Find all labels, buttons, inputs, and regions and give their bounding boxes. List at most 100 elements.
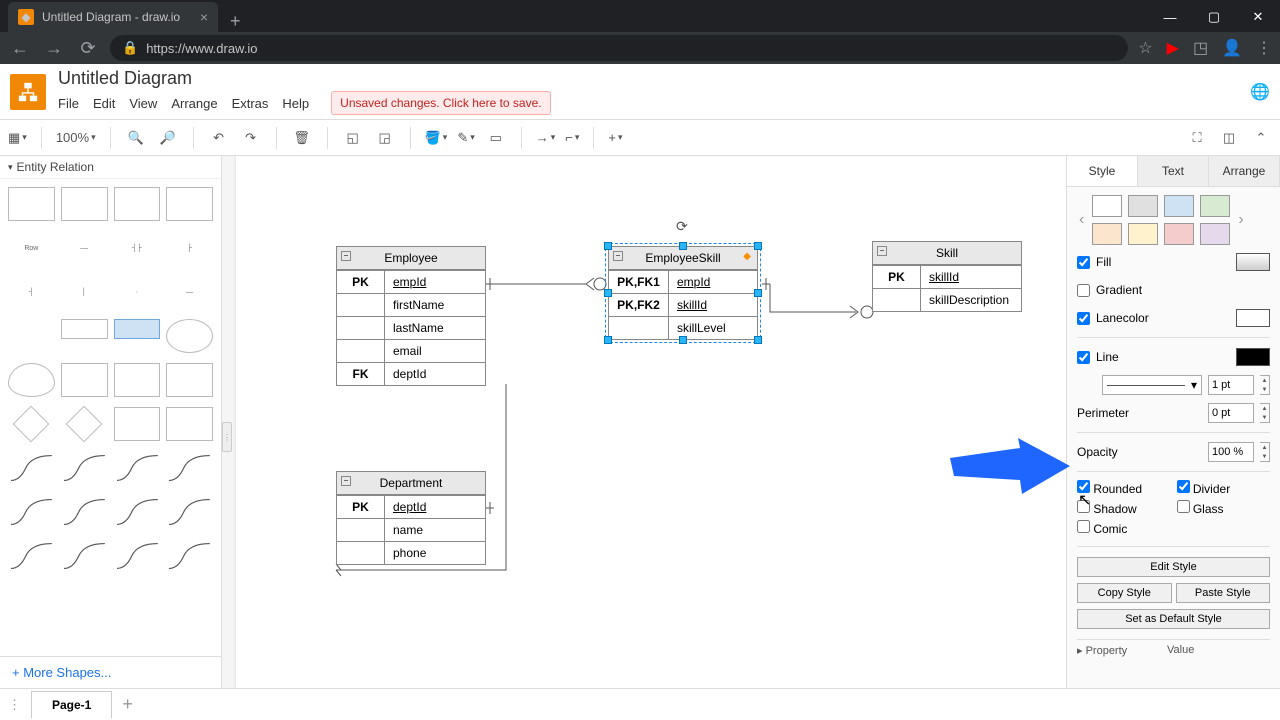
language-icon[interactable]: 🌐 [1250, 82, 1270, 102]
close-window-button[interactable]: ✕ [1236, 2, 1280, 32]
shape-row7[interactable]: · [114, 275, 161, 309]
line-style-dropdown[interactable]: ▾ [1102, 375, 1202, 395]
default-style-button[interactable]: Set as Default Style [1077, 609, 1270, 629]
gradient-checkbox[interactable] [1077, 284, 1090, 297]
undo-button[interactable]: ↶ [208, 127, 230, 149]
youtube-icon[interactable]: ▶ [1167, 38, 1179, 58]
shape-entity1[interactable] [61, 363, 108, 397]
shadow-checkbox[interactable] [1077, 500, 1090, 513]
delete-button[interactable]: 🗑 [291, 127, 313, 149]
line-weight-spinner[interactable]: ▲▼ [1260, 375, 1270, 395]
to-front-button[interactable]: ◱ [342, 127, 364, 149]
shape-relation1[interactable] [13, 406, 50, 443]
entity-department[interactable]: −Department PKdeptId name phone [336, 471, 486, 565]
prev-swatch-icon[interactable]: ‹ [1077, 211, 1086, 229]
sidebar-splitter[interactable]: ⋮ [222, 422, 232, 452]
entity-skill[interactable]: −Skill PKskillId skillDescription [872, 241, 1022, 312]
shape-conn7[interactable] [114, 495, 161, 529]
reload-button[interactable]: ⟳ [76, 38, 100, 59]
canvas[interactable]: ⋮ ⟳ −Employee PKempId firstName lastName… [222, 156, 1066, 688]
shadow-button[interactable]: ▭ [485, 127, 507, 149]
perimeter-spinner[interactable]: ▲▼ [1260, 403, 1270, 423]
lanecolor-checkbox[interactable] [1077, 312, 1090, 325]
shape-row8[interactable]: — [166, 275, 213, 309]
shape-entity3[interactable] [166, 363, 213, 397]
fill-checkbox[interactable] [1077, 256, 1090, 269]
menu-view[interactable]: View [129, 96, 157, 111]
next-swatch-icon[interactable]: › [1236, 211, 1245, 229]
swatch-blue[interactable] [1164, 195, 1194, 217]
extension-icon[interactable]: ◳ [1193, 38, 1208, 58]
shape-weak[interactable] [114, 407, 161, 441]
shape-relation2[interactable] [66, 406, 103, 443]
shape-row[interactable]: Row [8, 231, 55, 265]
collapse-button[interactable]: ⌃ [1250, 127, 1272, 149]
address-bar[interactable]: 🔒 https://www.draw.io [110, 35, 1128, 61]
rounded-checkbox[interactable] [1077, 480, 1090, 493]
shape-row4[interactable]: ├ [166, 231, 213, 265]
shape-conn3[interactable] [114, 451, 161, 485]
zoom-dropdown[interactable]: 100%▾ [56, 130, 96, 145]
more-shapes-button[interactable]: + More Shapes... [0, 656, 221, 688]
swatch-orange[interactable] [1092, 223, 1122, 245]
tab-text[interactable]: Text [1138, 156, 1209, 186]
shape-title-blue[interactable] [114, 319, 161, 339]
insert-button[interactable]: +▾ [608, 130, 622, 145]
line-color-button[interactable]: ✎▾ [457, 130, 474, 146]
star-icon[interactable]: ☆ [1138, 38, 1152, 58]
shape-table1[interactable] [8, 187, 55, 221]
shape-conn5[interactable] [8, 495, 55, 529]
swatch-green[interactable] [1200, 195, 1230, 217]
connection-button[interactable]: →▾ [536, 130, 556, 145]
menu-file[interactable]: File [58, 96, 79, 111]
edit-style-button[interactable]: Edit Style [1077, 557, 1270, 577]
fullscreen-button[interactable]: ⛶ [1186, 127, 1208, 149]
shape-conn12[interactable] [166, 539, 213, 573]
forward-button[interactable]: → [42, 38, 66, 59]
fill-color-button[interactable]: 🪣▾ [425, 130, 448, 146]
browser-tab[interactable]: ◆ Untitled Diagram - draw.io × [8, 2, 218, 32]
shape-row3[interactable]: ┤├ [114, 231, 161, 265]
swatch-purple[interactable] [1200, 223, 1230, 245]
shape-table3[interactable] [114, 187, 161, 221]
shape-row6[interactable]: │ [61, 275, 108, 309]
page-tab[interactable]: Page-1 [31, 691, 112, 718]
tab-style[interactable]: Style [1067, 156, 1138, 186]
swatch-grey[interactable] [1128, 195, 1158, 217]
shape-attribute[interactable] [166, 319, 213, 353]
tab-arrange[interactable]: Arrange [1209, 156, 1280, 186]
shape-row2[interactable]: –– [61, 231, 108, 265]
opacity-spinner[interactable]: ▲▼ [1260, 442, 1270, 462]
perimeter-input[interactable]: 0 pt [1208, 403, 1254, 423]
document-title[interactable]: Untitled Diagram [58, 68, 551, 89]
zoom-in-button[interactable]: 🔍 [125, 127, 147, 149]
line-color[interactable] [1236, 348, 1270, 366]
zoom-out-button[interactable]: 🔎 [157, 127, 179, 149]
shape-cloud[interactable] [8, 363, 55, 397]
view-mode-dropdown[interactable]: ▦▾ [8, 130, 27, 146]
swatch-yellow[interactable] [1128, 223, 1158, 245]
shape-conn6[interactable] [61, 495, 108, 529]
shape-conn1[interactable] [8, 451, 55, 485]
shape-conn8[interactable] [166, 495, 213, 529]
shape-conn4[interactable] [166, 451, 213, 485]
divider-checkbox[interactable] [1177, 480, 1190, 493]
copy-style-button[interactable]: Copy Style [1077, 583, 1172, 603]
shape-row5[interactable]: ┤ [8, 275, 55, 309]
close-tab-icon[interactable]: × [200, 9, 208, 25]
shape-note[interactable] [166, 407, 213, 441]
shape-table4[interactable] [166, 187, 213, 221]
profile-icon[interactable]: 👤 [1222, 38, 1242, 58]
unsaved-warning[interactable]: Unsaved changes. Click here to save. [331, 91, 550, 115]
maximize-button[interactable]: ▢ [1192, 2, 1236, 32]
back-button[interactable]: ← [8, 38, 32, 59]
page-menu-icon[interactable]: ⋮ [8, 697, 21, 713]
menu-help[interactable]: Help [282, 96, 309, 111]
format-panel-button[interactable]: ◫ [1218, 127, 1240, 149]
glass-checkbox[interactable] [1177, 500, 1190, 513]
menu-icon[interactable]: ⋮ [1256, 38, 1272, 58]
palette-header[interactable]: ▾ Entity Relation [0, 156, 221, 179]
shape-conn9[interactable] [8, 539, 55, 573]
shape-title[interactable] [61, 319, 108, 339]
line-weight-input[interactable]: 1 pt [1208, 375, 1254, 395]
